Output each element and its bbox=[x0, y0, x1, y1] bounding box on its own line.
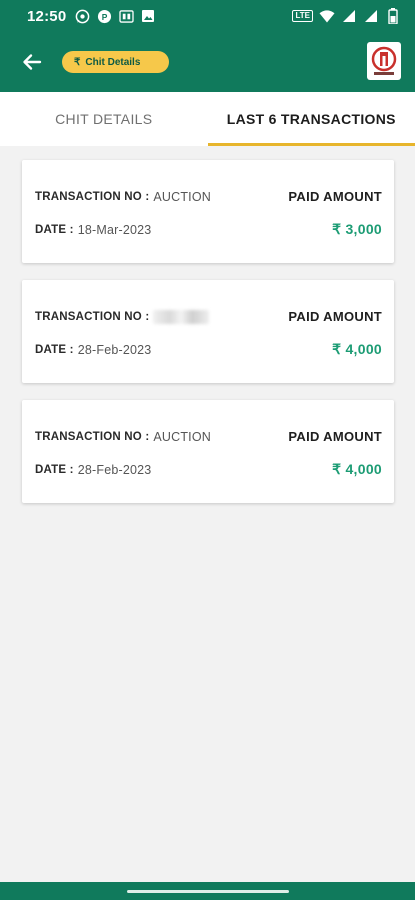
company-logo-icon bbox=[371, 46, 397, 75]
paid-amount-value: ₹ 3,000 bbox=[332, 221, 382, 237]
svg-text:P: P bbox=[102, 11, 108, 21]
arrow-left-icon bbox=[23, 54, 42, 70]
transaction-no-value: AUCTION bbox=[153, 189, 212, 204]
transaction-no-label: TRANSACTION NO : bbox=[35, 310, 150, 323]
date-label: DATE : bbox=[35, 343, 74, 356]
whatsapp-icon bbox=[74, 8, 90, 24]
date-label: DATE : bbox=[35, 223, 74, 236]
notification-icons: P bbox=[74, 8, 156, 24]
battery-icon bbox=[385, 8, 401, 24]
wifi-icon bbox=[319, 8, 335, 24]
transaction-card: TRANSACTION NO : PAID AMOUNT DATE : 28-F… bbox=[22, 280, 394, 383]
transaction-card: TRANSACTION NO : AUCTION PAID AMOUNT DAT… bbox=[22, 160, 394, 263]
tab-last-6-transactions[interactable]: LAST 6 TRANSACTIONS bbox=[207, 92, 415, 146]
date-value: 28-Feb-2023 bbox=[77, 342, 152, 357]
chip-label: Chit Details bbox=[85, 56, 141, 68]
sim-card-icon bbox=[118, 8, 134, 24]
paid-amount-value: ₹ 4,000 bbox=[332, 341, 382, 357]
app-bar: ₹ Chit Details bbox=[0, 32, 415, 92]
chit-details-chip[interactable]: ₹ Chit Details bbox=[62, 51, 169, 73]
date-label: DATE : bbox=[35, 463, 74, 476]
signal-icon bbox=[363, 8, 379, 24]
volte-icon: LTE bbox=[292, 10, 313, 22]
status-right-icons: LTE bbox=[292, 8, 401, 24]
transaction-no-label: TRANSACTION NO : bbox=[35, 190, 150, 203]
home-gesture-handle[interactable] bbox=[126, 889, 289, 893]
back-button[interactable] bbox=[18, 48, 46, 76]
paid-amount-label: PAID AMOUNT bbox=[288, 189, 382, 204]
signal-icon bbox=[341, 8, 357, 24]
transaction-card: TRANSACTION NO : AUCTION PAID AMOUNT DAT… bbox=[22, 400, 394, 503]
rupee-icon: ₹ bbox=[74, 56, 81, 68]
tab-bar: CHIT DETAILS LAST 6 TRANSACTIONS bbox=[0, 92, 415, 146]
tab-chit-details[interactable]: CHIT DETAILS bbox=[0, 92, 208, 146]
redacted-transaction-no bbox=[153, 309, 210, 324]
paid-amount-label: PAID AMOUNT bbox=[288, 309, 382, 324]
date-value: 28-Feb-2023 bbox=[77, 462, 152, 477]
company-logo bbox=[367, 42, 401, 80]
paid-amount-label: PAID AMOUNT bbox=[288, 429, 382, 444]
date-value: 18-Mar-2023 bbox=[77, 222, 152, 237]
image-icon bbox=[140, 8, 156, 24]
system-navigation-bar bbox=[0, 882, 415, 900]
paid-amount-value: ₹ 4,000 bbox=[332, 461, 382, 477]
paytm-icon: P bbox=[96, 8, 112, 24]
status-time: 12:50 bbox=[27, 7, 67, 25]
status-bar: 12:50 P LTE bbox=[0, 0, 415, 32]
transaction-no-label: TRANSACTION NO : bbox=[35, 430, 150, 443]
transaction-list: TRANSACTION NO : AUCTION PAID AMOUNT DAT… bbox=[22, 160, 394, 520]
transaction-no-value: AUCTION bbox=[153, 429, 212, 444]
